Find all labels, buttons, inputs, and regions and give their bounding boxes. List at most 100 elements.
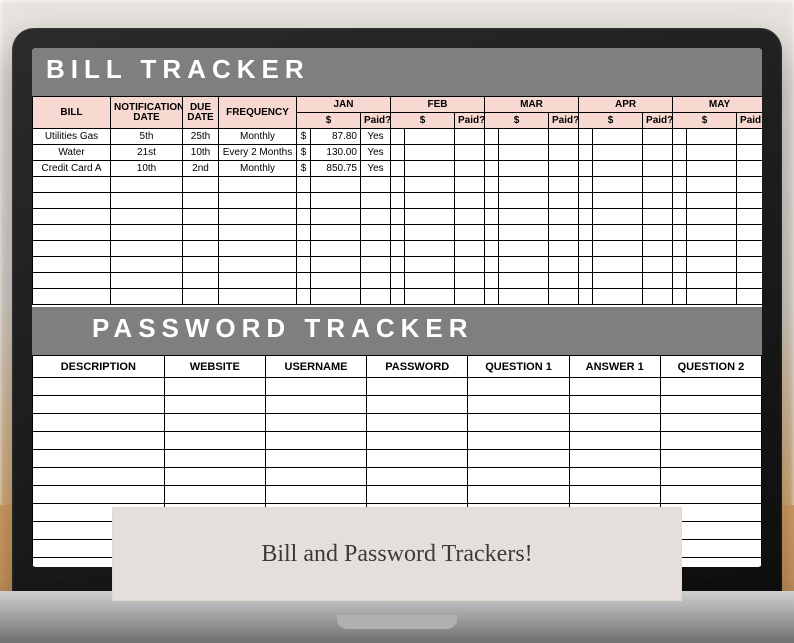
cell-blank[interactable] xyxy=(405,289,455,305)
cell-blank[interactable] xyxy=(33,177,111,193)
cell-blank[interactable] xyxy=(111,177,183,193)
table-row[interactable] xyxy=(33,209,763,225)
cell-blank[interactable] xyxy=(485,193,499,209)
cell-blank[interactable] xyxy=(579,225,593,241)
cell-blank[interactable] xyxy=(643,257,673,273)
cell-blank[interactable] xyxy=(660,432,761,450)
table-row[interactable] xyxy=(33,468,762,486)
table-row[interactable] xyxy=(33,273,763,289)
cell-blank[interactable] xyxy=(660,486,761,504)
cell-blank[interactable] xyxy=(297,177,311,193)
cell-blank[interactable] xyxy=(593,193,643,209)
cell-blank[interactable] xyxy=(405,225,455,241)
cell-blank[interactable] xyxy=(643,241,673,257)
cell-blank[interactable] xyxy=(367,432,468,450)
cell-blank[interactable] xyxy=(468,432,569,450)
cell-blank[interactable] xyxy=(311,209,361,225)
cell-paid[interactable] xyxy=(549,129,579,145)
table-row[interactable] xyxy=(33,289,763,305)
cell-blank[interactable] xyxy=(219,289,297,305)
cell-amount[interactable] xyxy=(405,161,455,177)
cell-blank[interactable] xyxy=(33,378,165,396)
cell-blank[interactable] xyxy=(183,241,219,257)
cell-blank[interactable] xyxy=(391,257,405,273)
table-row[interactable]: Utilities Gas5th25thMonthly$87.80Yes xyxy=(33,129,763,145)
table-row[interactable] xyxy=(33,225,763,241)
cell-due[interactable]: 25th xyxy=(183,129,219,145)
cell-blank[interactable] xyxy=(183,193,219,209)
cell-blank[interactable] xyxy=(265,396,366,414)
cell-blank[interactable] xyxy=(111,273,183,289)
cell-blank[interactable] xyxy=(569,468,660,486)
cell-blank[interactable] xyxy=(33,241,111,257)
cell-currency[interactable] xyxy=(485,161,499,177)
cell-currency[interactable] xyxy=(579,129,593,145)
cell-blank[interactable] xyxy=(183,257,219,273)
table-row[interactable] xyxy=(33,378,762,396)
cell-amount[interactable] xyxy=(687,145,737,161)
cell-blank[interactable] xyxy=(579,241,593,257)
table-row[interactable] xyxy=(33,486,762,504)
cell-bill[interactable]: Utilities Gas xyxy=(33,129,111,145)
table-row[interactable] xyxy=(33,177,763,193)
cell-blank[interactable] xyxy=(297,257,311,273)
cell-blank[interactable] xyxy=(737,289,762,305)
cell-blank[interactable] xyxy=(673,209,687,225)
cell-blank[interactable] xyxy=(219,257,297,273)
cell-blank[interactable] xyxy=(361,273,391,289)
cell-blank[interactable] xyxy=(311,241,361,257)
cell-blank[interactable] xyxy=(219,193,297,209)
cell-blank[interactable] xyxy=(33,414,165,432)
cell-blank[interactable] xyxy=(569,396,660,414)
cell-blank[interactable] xyxy=(455,289,485,305)
cell-freq[interactable]: Every 2 Months xyxy=(219,145,297,161)
cell-paid[interactable] xyxy=(737,161,762,177)
cell-currency[interactable] xyxy=(673,145,687,161)
cell-blank[interactable] xyxy=(485,241,499,257)
cell-blank[interactable] xyxy=(593,241,643,257)
cell-blank[interactable] xyxy=(164,378,265,396)
cell-paid[interactable] xyxy=(455,161,485,177)
cell-blank[interactable] xyxy=(499,289,549,305)
cell-currency[interactable]: $ xyxy=(297,161,311,177)
cell-blank[interactable] xyxy=(673,177,687,193)
cell-blank[interactable] xyxy=(367,486,468,504)
cell-blank[interactable] xyxy=(593,209,643,225)
cell-amount[interactable] xyxy=(687,129,737,145)
cell-currency[interactable] xyxy=(579,161,593,177)
cell-blank[interactable] xyxy=(549,257,579,273)
cell-blank[interactable] xyxy=(33,225,111,241)
cell-blank[interactable] xyxy=(297,225,311,241)
cell-blank[interactable] xyxy=(405,209,455,225)
cell-blank[interactable] xyxy=(643,177,673,193)
cell-blank[interactable] xyxy=(219,241,297,257)
cell-blank[interactable] xyxy=(499,209,549,225)
table-row[interactable] xyxy=(33,450,762,468)
cell-amount[interactable] xyxy=(405,145,455,161)
cell-blank[interactable] xyxy=(367,414,468,432)
cell-blank[interactable] xyxy=(391,177,405,193)
cell-blank[interactable] xyxy=(643,273,673,289)
cell-currency[interactable]: $ xyxy=(297,145,311,161)
cell-blank[interactable] xyxy=(579,177,593,193)
cell-blank[interactable] xyxy=(297,193,311,209)
cell-blank[interactable] xyxy=(405,273,455,289)
cell-blank[interactable] xyxy=(33,289,111,305)
table-row[interactable]: Water21st10thEvery 2 Months$130.00Yes xyxy=(33,145,763,161)
cell-blank[interactable] xyxy=(311,289,361,305)
cell-freq[interactable]: Monthly xyxy=(219,161,297,177)
cell-blank[interactable] xyxy=(183,225,219,241)
cell-blank[interactable] xyxy=(367,468,468,486)
cell-blank[interactable] xyxy=(673,273,687,289)
cell-amount[interactable]: 130.00 xyxy=(311,145,361,161)
cell-blank[interactable] xyxy=(643,225,673,241)
cell-blank[interactable] xyxy=(455,193,485,209)
cell-blank[interactable] xyxy=(549,193,579,209)
cell-blank[interactable] xyxy=(33,193,111,209)
cell-blank[interactable] xyxy=(687,241,737,257)
cell-blank[interactable] xyxy=(297,209,311,225)
cell-blank[interactable] xyxy=(673,193,687,209)
cell-blank[interactable] xyxy=(361,289,391,305)
cell-blank[interactable] xyxy=(33,450,165,468)
cell-blank[interactable] xyxy=(579,257,593,273)
